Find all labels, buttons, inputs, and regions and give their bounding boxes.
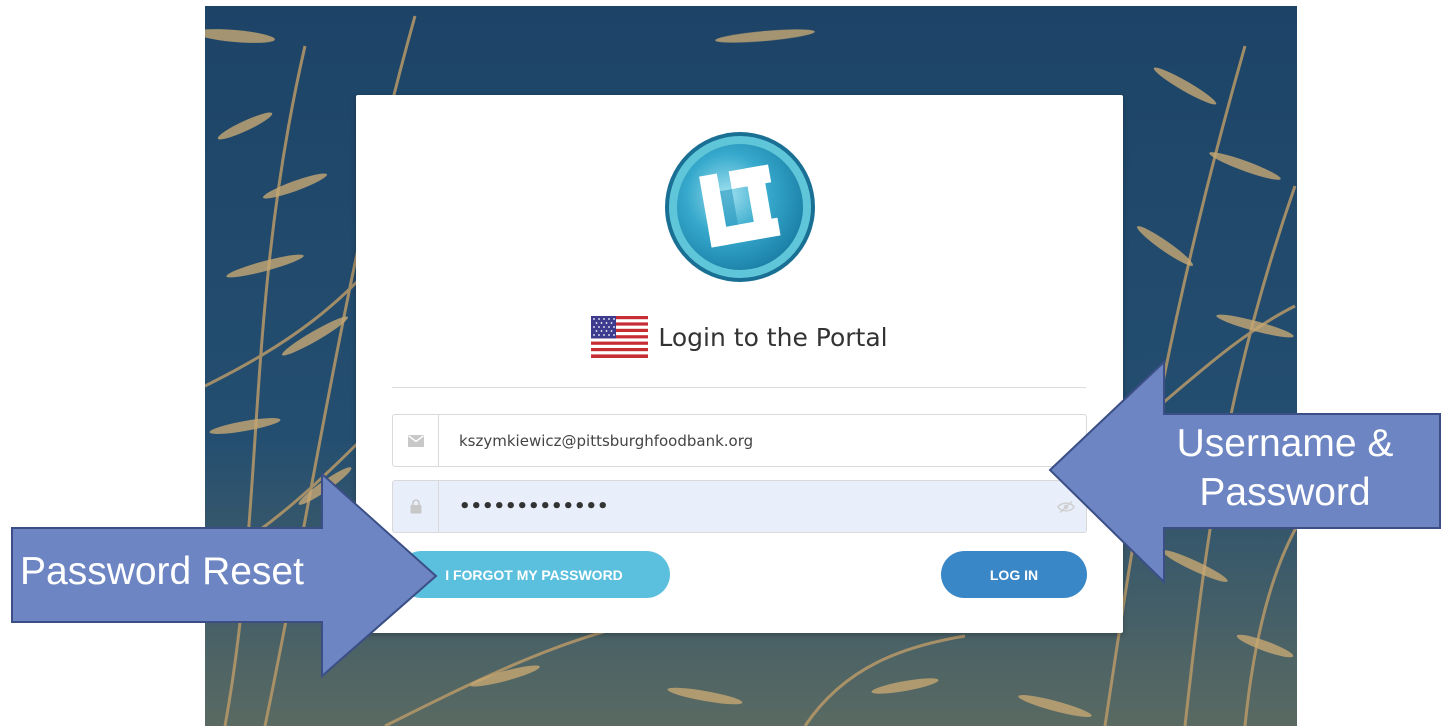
- password-field[interactable]: •••••••••••••: [392, 480, 1087, 533]
- page-title: Login to the Portal: [658, 322, 888, 352]
- password-value[interactable]: •••••••••••••: [439, 496, 1046, 517]
- username-password-label-line2: Password: [1199, 470, 1371, 514]
- screenshot-stage: Login to the Portal kszymkiewicz@pittsbu…: [0, 0, 1442, 726]
- username-password-label-line1: Username &: [1176, 422, 1394, 465]
- portal-logo: [665, 132, 815, 282]
- login-card: Login to the Portal kszymkiewicz@pittsbu…: [356, 95, 1123, 633]
- divider: [392, 387, 1086, 388]
- email-value[interactable]: kszymkiewicz@pittsburghfoodbank.org: [439, 432, 1086, 450]
- username-password-label: Username & Password: [1150, 420, 1420, 518]
- email-field[interactable]: kszymkiewicz@pittsburghfoodbank.org: [392, 414, 1087, 467]
- password-reset-label: Password Reset: [20, 550, 304, 593]
- envelope-icon: [393, 415, 439, 466]
- login-title-row: Login to the Portal: [356, 313, 1123, 361]
- us-flag-icon[interactable]: [591, 316, 649, 358]
